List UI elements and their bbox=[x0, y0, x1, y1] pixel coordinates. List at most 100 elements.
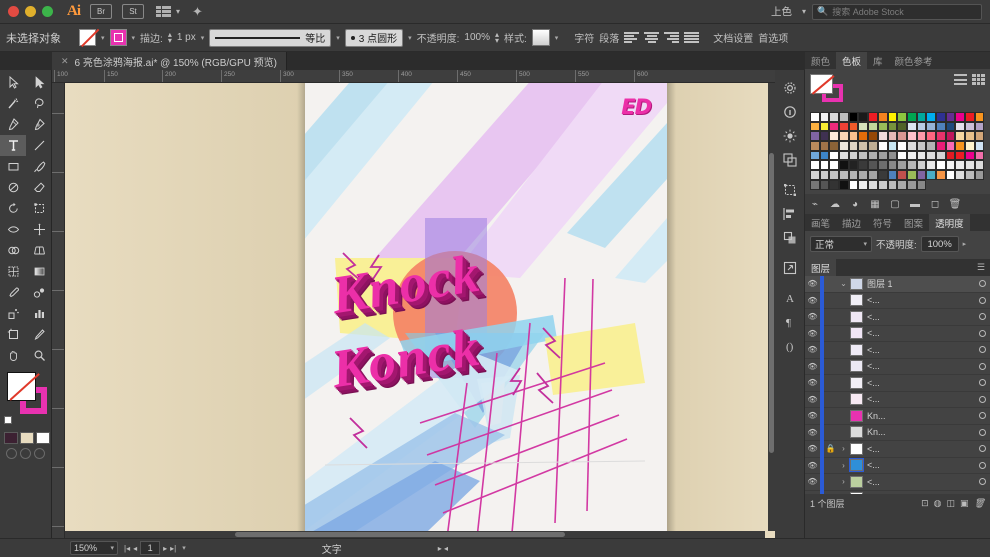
color-swatch[interactable] bbox=[926, 131, 936, 142]
bridge-button[interactable]: Br bbox=[90, 4, 112, 19]
glyphs-icon[interactable]: () bbox=[775, 334, 805, 358]
color-swatch[interactable] bbox=[839, 160, 849, 171]
free-transform-tool[interactable] bbox=[26, 219, 52, 240]
none-button[interactable] bbox=[36, 432, 50, 444]
align-icon[interactable] bbox=[775, 202, 805, 226]
color-swatch[interactable] bbox=[897, 160, 907, 171]
target-indicator[interactable] bbox=[974, 329, 990, 337]
color-swatch[interactable] bbox=[926, 121, 936, 132]
layer-row[interactable]: 👁 <... bbox=[805, 341, 990, 359]
color-swatch[interactable] bbox=[955, 150, 965, 161]
color-swatch[interactable] bbox=[887, 170, 898, 180]
color-swatch[interactable] bbox=[955, 131, 965, 142]
column-graph-tool[interactable] bbox=[26, 303, 52, 324]
list-view-icon[interactable] bbox=[954, 74, 967, 85]
tab-symbols[interactable]: 符号 bbox=[867, 214, 898, 231]
color-swatch[interactable] bbox=[829, 121, 840, 132]
color-swatch[interactable] bbox=[916, 160, 927, 171]
gradient-button[interactable] bbox=[20, 432, 34, 444]
layer-row[interactable]: 👁 🔒 › <... bbox=[805, 440, 990, 458]
chevron-down-icon[interactable]: ▾ bbox=[176, 7, 180, 16]
color-swatch[interactable] bbox=[974, 150, 985, 161]
perspective-grid-tool[interactable] bbox=[26, 240, 52, 261]
color-swatch[interactable] bbox=[858, 170, 869, 180]
swatch-fill-indicator[interactable] bbox=[810, 74, 833, 94]
color-swatch[interactable] bbox=[848, 160, 859, 171]
color-swatch[interactable] bbox=[935, 160, 946, 171]
info-icon[interactable] bbox=[775, 100, 805, 124]
color-swatch[interactable] bbox=[819, 160, 830, 171]
color-swatch[interactable] bbox=[945, 160, 956, 171]
color-swatch[interactable] bbox=[848, 179, 859, 190]
gradient-tool[interactable] bbox=[26, 261, 52, 282]
window-controls[interactable] bbox=[0, 6, 53, 17]
color-swatch[interactable] bbox=[935, 121, 946, 132]
color-swatch[interactable] bbox=[839, 179, 849, 190]
color-swatch[interactable] bbox=[887, 121, 898, 132]
swap-default-controls[interactable] bbox=[4, 416, 12, 424]
tab-transparency[interactable]: 透明度 bbox=[929, 214, 970, 231]
color-swatch[interactable] bbox=[829, 131, 840, 142]
visibility-icon[interactable]: 👁 bbox=[805, 345, 820, 354]
pattern-icon[interactable]: ▦ bbox=[867, 197, 883, 211]
color-swatch[interactable] bbox=[926, 141, 936, 151]
layer-row[interactable]: 👁 <... bbox=[805, 325, 990, 342]
draw-behind-icon[interactable] bbox=[20, 448, 31, 459]
target-indicator[interactable] bbox=[974, 461, 990, 469]
opacity-value[interactable]: 100% bbox=[464, 32, 490, 43]
color-swatch[interactable] bbox=[829, 112, 840, 122]
color-swatch[interactable] bbox=[877, 112, 888, 122]
color-swatch[interactable] bbox=[848, 141, 859, 151]
close-window-button[interactable] bbox=[8, 6, 19, 17]
color-swatch[interactable] bbox=[965, 150, 975, 161]
pathfinder-icon[interactable] bbox=[775, 226, 805, 250]
color-swatch[interactable] bbox=[877, 121, 888, 132]
color-swatch[interactable] bbox=[877, 170, 888, 180]
toolbar-fill-swatch[interactable] bbox=[7, 372, 36, 401]
color-swatch[interactable] bbox=[829, 170, 840, 180]
color-swatch[interactable] bbox=[819, 179, 830, 190]
visibility-icon[interactable]: 👁 bbox=[805, 395, 820, 404]
align-justify-icon[interactable] bbox=[684, 31, 700, 44]
color-swatch[interactable] bbox=[965, 160, 975, 171]
paragraph-icon[interactable]: ¶ bbox=[775, 310, 805, 334]
scale-tool[interactable] bbox=[26, 198, 52, 219]
color-swatch[interactable] bbox=[897, 141, 907, 151]
style-chevron-icon[interactable]: ▾ bbox=[555, 34, 559, 42]
target-indicator[interactable] bbox=[974, 346, 990, 354]
type-tool[interactable] bbox=[0, 135, 26, 156]
zoom-tool[interactable] bbox=[26, 345, 52, 366]
color-swatch[interactable] bbox=[868, 170, 878, 180]
stroke-weight-chevron-icon[interactable]: ▾ bbox=[201, 34, 205, 42]
target-indicator[interactable] bbox=[974, 362, 990, 370]
canvas-vertical-scrollbar[interactable] bbox=[768, 83, 775, 531]
color-swatch[interactable] bbox=[965, 112, 975, 122]
stroke-stepper[interactable]: ▴ ▾ bbox=[168, 30, 172, 44]
color-swatch[interactable] bbox=[974, 160, 985, 171]
style-swatch[interactable] bbox=[531, 29, 550, 46]
new-icon[interactable]: ◻ bbox=[927, 197, 943, 211]
color-swatch[interactable] bbox=[974, 112, 985, 122]
direct-selection-tool[interactable] bbox=[26, 72, 52, 93]
target-indicator[interactable] bbox=[974, 379, 990, 387]
color-swatch[interactable] bbox=[916, 170, 927, 180]
color-swatch[interactable] bbox=[955, 112, 965, 122]
color-swatch[interactable] bbox=[897, 150, 907, 161]
magic-wand-tool[interactable] bbox=[0, 93, 26, 114]
expand-arrow-icon[interactable]: › bbox=[837, 477, 850, 486]
close-icon[interactable]: ✕ bbox=[61, 56, 69, 67]
color-swatch[interactable] bbox=[810, 131, 820, 142]
minimize-window-button[interactable] bbox=[25, 6, 36, 17]
color-swatch[interactable] bbox=[887, 160, 898, 171]
visibility-icon[interactable]: 👁 bbox=[805, 296, 820, 305]
swatch-grid[interactable] bbox=[810, 112, 985, 190]
visibility-icon[interactable]: 👁 bbox=[805, 428, 820, 437]
brush-chevron-icon[interactable]: ▾ bbox=[408, 34, 412, 42]
color-swatch[interactable] bbox=[858, 121, 869, 132]
layer-row[interactable]: 👁 › <... bbox=[805, 457, 990, 474]
color-swatch[interactable] bbox=[926, 112, 936, 122]
target-indicator[interactable] bbox=[974, 412, 990, 420]
mesh-tool[interactable] bbox=[0, 261, 26, 282]
default-fill-stroke-icon[interactable] bbox=[4, 416, 12, 424]
rectangle-tool[interactable] bbox=[0, 156, 26, 177]
